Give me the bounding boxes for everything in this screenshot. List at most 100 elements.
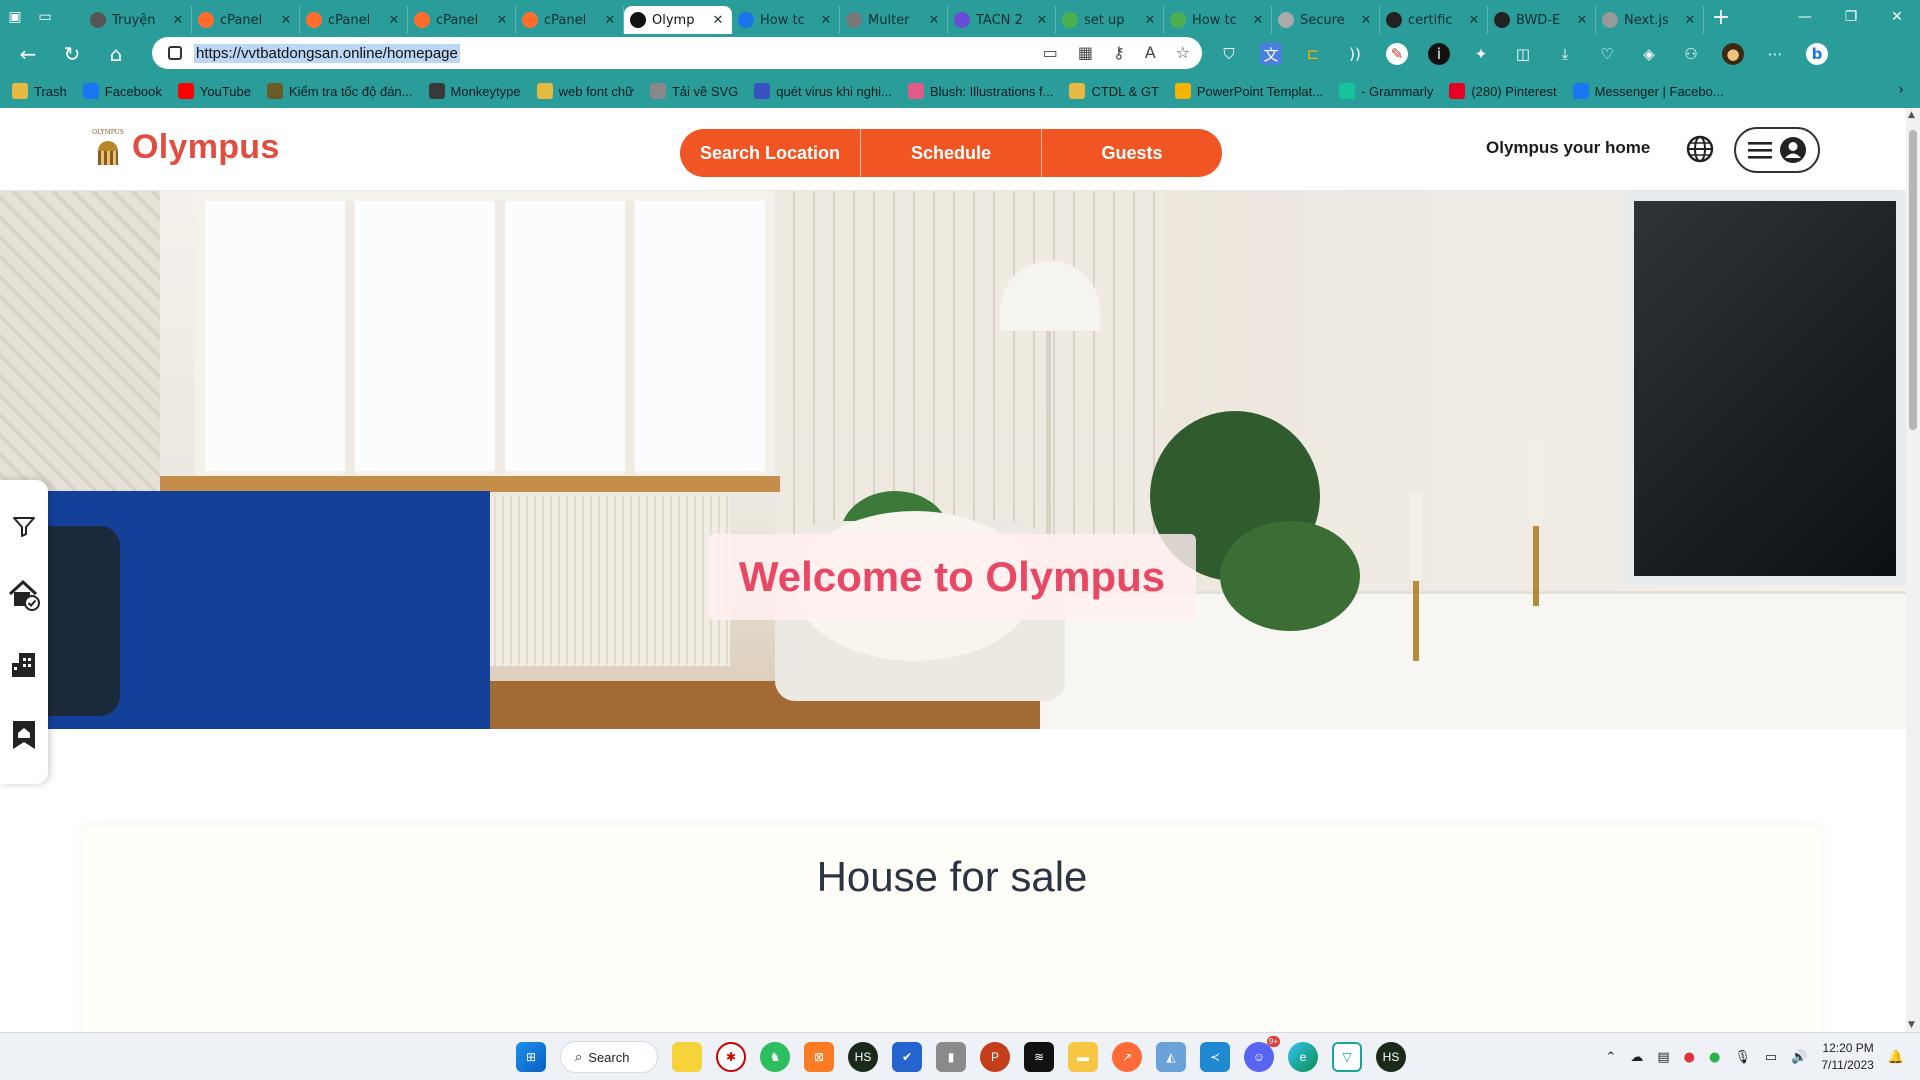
page-scrollbar[interactable]: ▲ ▼ xyxy=(1906,108,1920,1032)
tab-close-icon[interactable]: ✕ xyxy=(387,13,401,28)
hs-app-2-icon[interactable]: HS xyxy=(1376,1042,1406,1072)
globe-icon[interactable] xyxy=(1685,134,1715,164)
close-window-button[interactable]: ✕ xyxy=(1874,0,1920,34)
collections-icon[interactable]: ◈ xyxy=(1638,43,1660,65)
app-available-icon[interactable]: ▭ xyxy=(1043,43,1058,62)
microphone-app-icon[interactable]: ▮ xyxy=(936,1042,966,1072)
tab-close-icon[interactable]: ✕ xyxy=(495,13,509,28)
tab-close-icon[interactable]: ✕ xyxy=(1467,13,1481,28)
taskbar-search[interactable]: ⌕ Search xyxy=(560,1041,658,1073)
microphone-icon[interactable]: 🎙 xyxy=(1734,1050,1751,1065)
browser-tab[interactable]: BWD-E ✕ xyxy=(1488,6,1596,34)
vpn-icon[interactable]: ▽ xyxy=(1332,1042,1362,1072)
search-location-button[interactable]: Search Location xyxy=(680,129,861,177)
home-button[interactable]: ⌂ xyxy=(94,34,138,74)
green-tray-icon[interactable]: ● xyxy=(1709,1050,1720,1065)
bookmark-item[interactable]: Blush: Illustrations f... xyxy=(907,83,1053,99)
wave-extension-icon[interactable]: )) xyxy=(1344,43,1366,65)
split-screen-icon[interactable]: ◫ xyxy=(1512,43,1534,65)
translate-extension-icon[interactable]: 文 xyxy=(1260,43,1282,65)
building-icon[interactable] xyxy=(9,650,39,680)
back-button[interactable]: ← xyxy=(6,34,50,74)
key-icon[interactable]: ⚷ xyxy=(1113,43,1125,62)
browser-tab[interactable]: Next.js ✕ xyxy=(1596,6,1704,34)
network-icon[interactable]: ▭ xyxy=(1765,1050,1777,1065)
browser-tab[interactable]: How tc ✕ xyxy=(732,6,840,34)
file-explorer-icon[interactable]: ▬ xyxy=(1068,1042,1098,1072)
more-options-icon[interactable]: ⋯ xyxy=(1764,43,1786,65)
refresh-button[interactable]: ↻ xyxy=(50,34,94,74)
schedule-button[interactable]: Schedule xyxy=(861,129,1042,177)
scroll-thumb[interactable] xyxy=(1909,130,1917,430)
bookmark-item[interactable]: Facebook xyxy=(82,83,162,99)
browser-tab[interactable]: cPanel ✕ xyxy=(516,6,624,34)
new-tab-button[interactable]: + xyxy=(1704,0,1738,34)
tab-close-icon[interactable]: ✕ xyxy=(603,13,617,28)
browser-tab[interactable]: Secure ✕ xyxy=(1272,6,1380,34)
scroll-up-arrow-icon[interactable]: ▲ xyxy=(1908,110,1915,120)
vscode-icon[interactable]: ≺ xyxy=(1200,1042,1230,1072)
puzzle-extensions-icon[interactable]: ✦ xyxy=(1470,43,1492,65)
bookmark-item[interactable]: Tải về SVG xyxy=(649,83,738,99)
tagline-link[interactable]: Olympus your home xyxy=(1486,138,1650,158)
browser-tab[interactable]: certific ✕ xyxy=(1380,6,1488,34)
antivirus-icon[interactable]: ✱ xyxy=(716,1042,746,1072)
tab-close-icon[interactable]: ✕ xyxy=(1359,13,1373,28)
restore-button[interactable]: ❐ xyxy=(1828,0,1874,34)
browser-tab[interactable]: Olymp ✕ xyxy=(624,6,732,34)
bookmark-item[interactable]: web font chữ xyxy=(536,83,634,99)
minimize-button[interactable]: — xyxy=(1782,0,1828,34)
tab-close-icon[interactable]: ✕ xyxy=(1575,13,1589,28)
todo-icon[interactable]: ✔ xyxy=(892,1042,922,1072)
chevron-up-icon[interactable]: ⌃ xyxy=(1605,1050,1616,1065)
browser-tab[interactable]: cPanel ✕ xyxy=(192,6,300,34)
filter-icon[interactable] xyxy=(11,513,37,539)
qr-code-icon[interactable]: ▦ xyxy=(1078,43,1093,62)
tab-close-icon[interactable]: ✕ xyxy=(927,13,941,28)
browser-tab[interactable]: cPanel ✕ xyxy=(300,6,408,34)
postman-icon[interactable]: ↗ xyxy=(1112,1042,1142,1072)
ruler-extension-icon[interactable]: ⊏ xyxy=(1302,43,1324,65)
notification-bell-icon[interactable]: 🔔 xyxy=(1888,1050,1904,1065)
bing-copilot-icon[interactable]: b xyxy=(1806,43,1828,65)
tab-close-icon[interactable]: ✕ xyxy=(1143,13,1157,28)
bookmark-house-icon[interactable] xyxy=(10,719,38,751)
browser-tab[interactable]: Truyện ✕ xyxy=(84,6,192,34)
profile-share-icon[interactable]: ⚇ xyxy=(1680,43,1702,65)
windows-start-icon[interactable]: ⊞ xyxy=(516,1042,546,1072)
bookmark-item[interactable]: Trash xyxy=(12,83,67,99)
guests-button[interactable]: Guests xyxy=(1042,129,1222,177)
browser-tab[interactable]: How tc ✕ xyxy=(1164,6,1272,34)
tab-close-icon[interactable]: ✕ xyxy=(819,13,833,28)
scroll-down-arrow-icon[interactable]: ▼ xyxy=(1908,1020,1915,1030)
bookmark-item[interactable]: (280) Pinterest xyxy=(1449,83,1557,99)
browser-tab[interactable]: TACN 2 ✕ xyxy=(948,6,1056,34)
tab-close-icon[interactable]: ✕ xyxy=(279,13,293,28)
url-text[interactable]: https://vvtbatdongsan.online/homepage xyxy=(194,43,460,63)
bookmark-item[interactable]: CTDL & GT xyxy=(1069,83,1159,99)
sticky-notes-icon[interactable] xyxy=(672,1042,702,1072)
site-logo[interactable]: OLYMPUS Olympus xyxy=(92,128,280,167)
user-avatar-icon[interactable]: ● xyxy=(1722,43,1744,65)
bookmark-item[interactable]: PowerPoint Templat... xyxy=(1174,83,1323,99)
info-extension-icon[interactable]: i xyxy=(1428,43,1450,65)
shield-extension-icon[interactable]: ⛉ xyxy=(1218,43,1240,65)
tab-actions-icon[interactable]: ▭ xyxy=(30,0,60,34)
home-check-icon[interactable] xyxy=(7,578,41,612)
powerpoint-icon[interactable]: P xyxy=(980,1042,1010,1072)
tab-close-icon[interactable]: ✕ xyxy=(1251,13,1265,28)
heart-browser-icon[interactable]: ♡ xyxy=(1596,43,1618,65)
amd-icon[interactable]: ≋ xyxy=(1024,1042,1054,1072)
bookmark-item[interactable]: YouTube xyxy=(177,83,251,99)
discord-icon[interactable]: ☺ 9+ xyxy=(1244,1036,1280,1072)
hs-app-icon[interactable]: HS xyxy=(848,1042,878,1072)
tab-close-icon[interactable]: ✕ xyxy=(171,13,185,28)
user-menu-button[interactable] xyxy=(1734,127,1820,173)
tab-close-icon[interactable]: ✕ xyxy=(711,13,725,28)
bookmark-item[interactable]: Kiểm tra tốc độ đán... xyxy=(266,83,413,99)
download-icon[interactable]: ⤓ xyxy=(1554,43,1576,65)
lock-icon[interactable] xyxy=(168,46,182,60)
favorite-star-icon[interactable]: ☆ xyxy=(1176,43,1190,62)
colorpick-extension-icon[interactable]: ✎ xyxy=(1386,43,1408,65)
bookmark-item[interactable]: - Grammarly xyxy=(1339,83,1433,99)
